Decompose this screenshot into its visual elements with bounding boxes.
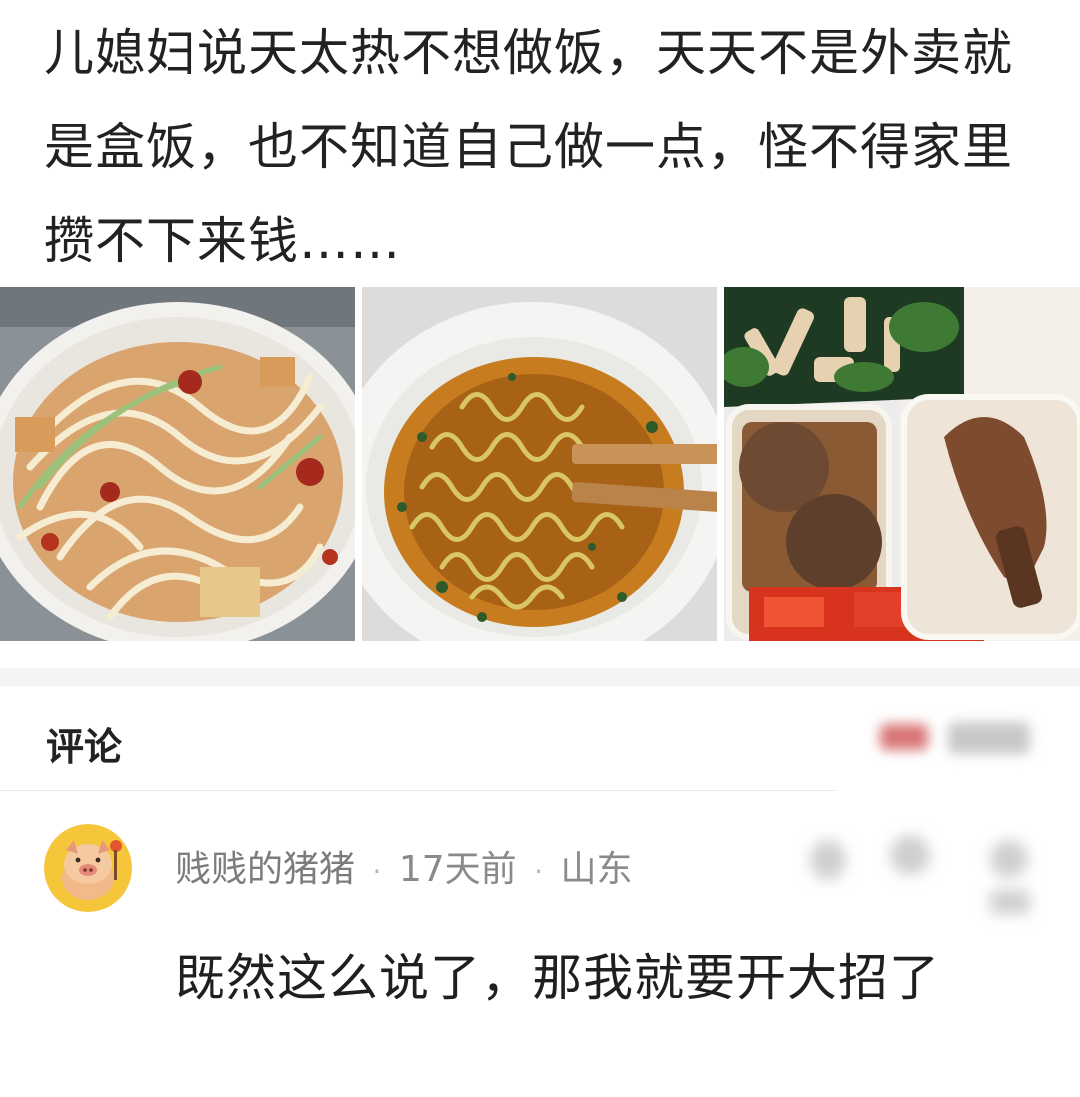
avatar[interactable] — [44, 824, 132, 912]
comments-header: 评论 — [0, 686, 1080, 790]
comment-actions[interactable] — [800, 820, 1050, 930]
post-text: 儿媳妇说天太热不想做饭，天天不是外卖就是盒饭，也不知道自己做一点，怪不得家里攒不… — [44, 24, 1013, 270]
comment-text: 既然这么说了，那我就要开大招了 — [175, 949, 940, 1007]
comment-meta: 贱贱的猪猪 · 17天前 · 山东 — [175, 840, 632, 892]
noodle-bowl-photo[interactable] — [0, 287, 355, 641]
boxed-meal-photo[interactable] — [724, 287, 1080, 641]
comments-title: 评论 — [46, 725, 123, 769]
comment-time: 17天前 — [398, 849, 517, 890]
instant-noodle-photo[interactable] — [362, 287, 717, 641]
comment-location: 山东 — [560, 849, 633, 890]
section-divider — [0, 668, 1080, 686]
comment-item: 贱贱的猪猪 · 17天前 · 山东 既然这么说了，那我就要开大招了 — [0, 800, 1080, 1097]
photo-grid — [0, 287, 1080, 641]
header-divider — [0, 790, 836, 791]
meta-separator: · — [372, 855, 382, 888]
meta-separator: · — [534, 855, 543, 888]
sort-toggle[interactable] — [880, 716, 1040, 762]
comment-username[interactable]: 贱贱的猪猪 — [175, 849, 355, 890]
